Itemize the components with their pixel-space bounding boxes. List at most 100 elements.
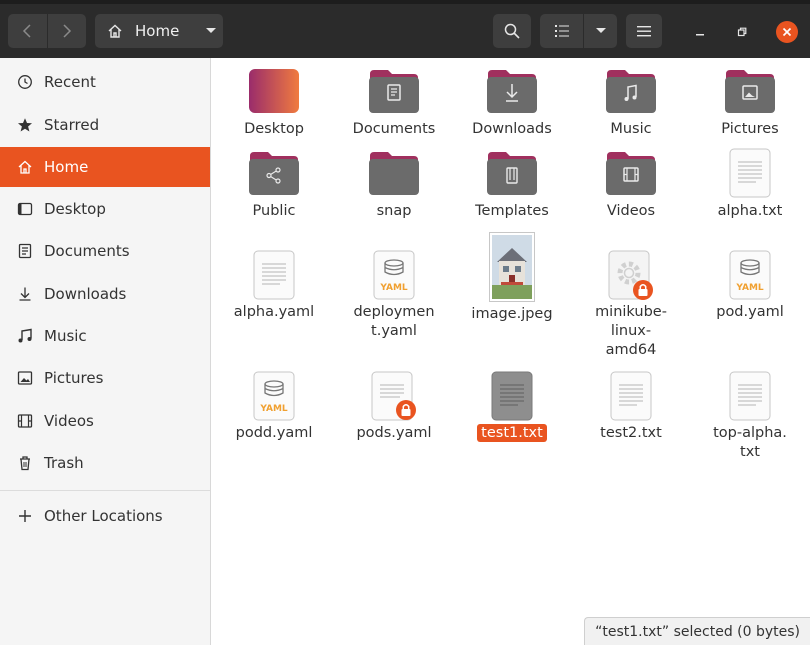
- file-item-public[interactable]: Public: [219, 150, 329, 230]
- file-item-snap[interactable]: snap: [339, 150, 449, 230]
- file-name: image.jpeg: [471, 306, 553, 322]
- clock-icon: [17, 74, 33, 90]
- locked-text-file-icon: [371, 371, 416, 421]
- folder-icon: [369, 152, 419, 195]
- sidebar-item-label: Trash: [44, 454, 84, 472]
- file-item-image-jpeg[interactable]: image.jpeg: [457, 232, 567, 332]
- sidebar-item-desktop[interactable]: Desktop: [0, 189, 210, 229]
- sidebar-item-trash[interactable]: Trash: [0, 443, 210, 483]
- film-icon: [17, 413, 33, 429]
- file-item-minikube[interactable]: minikube- linux- amd64: [576, 250, 686, 370]
- file-item-test2-txt[interactable]: test2.txt: [576, 371, 686, 461]
- executable-file-icon: [608, 250, 653, 300]
- videos-folder-icon: [606, 152, 656, 195]
- sidebar-item-videos[interactable]: Videos: [0, 401, 210, 441]
- search-icon: [504, 23, 520, 39]
- sidebar-item-music[interactable]: Music: [0, 316, 210, 356]
- file-item-podd-yaml[interactable]: YAML podd.yaml: [219, 371, 329, 461]
- file-name: alpha.txt: [717, 203, 783, 219]
- restore-icon: [737, 27, 747, 37]
- desktop-icon: [17, 201, 33, 217]
- yaml-file-icon: YAML: [729, 250, 771, 300]
- picture-icon: [17, 370, 33, 386]
- file-name: top-alpha. txt: [713, 425, 787, 460]
- sidebar-item-label: Pictures: [44, 369, 104, 387]
- text-file-icon: [610, 371, 652, 421]
- trash-icon: [17, 455, 33, 471]
- sidebar-item-starred[interactable]: Starred: [0, 105, 210, 145]
- pictures-folder-icon: [725, 70, 775, 113]
- file-item-templates[interactable]: Templates: [457, 150, 567, 230]
- music-note-icon: [17, 328, 33, 344]
- file-item-deployment-yaml[interactable]: YAML deploymen t.yaml: [339, 250, 449, 360]
- file-name: test2.txt: [600, 425, 662, 441]
- file-name: Music: [610, 121, 652, 137]
- file-item-videos[interactable]: Videos: [576, 150, 686, 230]
- minimize-button[interactable]: [692, 24, 708, 40]
- sidebar-item-home[interactable]: Home: [0, 147, 210, 187]
- sidebar-item-recent[interactable]: Recent: [0, 62, 210, 102]
- sidebar: Recent Starred Home Desktop Documents Do…: [0, 58, 211, 645]
- file-name: snap: [376, 203, 412, 219]
- file-name: Templates: [475, 203, 549, 219]
- sidebar-item-label: Documents: [44, 242, 130, 260]
- nav-buttons: [8, 14, 86, 48]
- file-item-test1-txt-selected[interactable]: test1.txt: [457, 371, 567, 461]
- sidebar-item-other-locations[interactable]: Other Locations: [0, 496, 210, 536]
- back-button[interactable]: [8, 14, 47, 48]
- templates-folder-icon: [487, 152, 537, 195]
- file-name: pod.yaml: [716, 304, 784, 320]
- image-thumbnail-icon: [489, 232, 535, 302]
- sidebar-item-downloads[interactable]: Downloads: [0, 274, 210, 314]
- file-item-top-alpha-txt[interactable]: top-alpha. txt: [695, 371, 805, 471]
- view-menu-button[interactable]: [584, 14, 617, 48]
- document-icon: [17, 243, 33, 259]
- home-icon: [108, 24, 122, 38]
- file-grid: Desktop Documents Downloads Music Pictur…: [212, 58, 810, 645]
- maximize-button[interactable]: [734, 24, 750, 40]
- file-name: Downloads: [472, 121, 552, 137]
- list-view-icon: [554, 25, 569, 37]
- close-button[interactable]: [776, 21, 798, 43]
- list-view-button[interactable]: [540, 14, 583, 48]
- text-file-icon: [729, 371, 771, 421]
- file-name: podd.yaml: [235, 425, 313, 441]
- desktop-folder-icon: [249, 69, 299, 113]
- search-button[interactable]: [493, 14, 531, 48]
- sidebar-item-label: Videos: [44, 412, 94, 430]
- file-item-alpha-yaml[interactable]: alpha.yaml: [219, 250, 329, 340]
- file-item-pictures[interactable]: Pictures: [695, 68, 805, 148]
- yaml-file-icon: YAML: [253, 371, 295, 421]
- path-label: Home: [135, 22, 180, 40]
- file-name: minikube- linux- amd64: [595, 304, 667, 358]
- file-item-music[interactable]: Music: [576, 68, 686, 148]
- sidebar-item-documents[interactable]: Documents: [0, 231, 210, 271]
- chevron-right-icon: [63, 24, 71, 38]
- file-item-pods-yaml[interactable]: pods.yaml: [339, 371, 449, 461]
- file-name: pods.yaml: [356, 425, 432, 441]
- documents-folder-icon: [369, 70, 419, 113]
- sidebar-item-label: Downloads: [44, 285, 127, 303]
- svg-text:YAML: YAML: [259, 404, 288, 414]
- file-item-downloads[interactable]: Downloads: [457, 68, 567, 148]
- sidebar-item-label: Home: [44, 158, 89, 176]
- sidebar-item-label: Desktop: [44, 200, 106, 218]
- file-item-desktop[interactable]: Desktop: [219, 68, 329, 148]
- file-item-pod-yaml[interactable]: YAML pod.yaml: [695, 250, 805, 340]
- file-item-alpha-txt[interactable]: alpha.txt: [695, 148, 805, 228]
- file-name: Public: [252, 203, 296, 219]
- path-bar-home[interactable]: Home: [95, 14, 223, 48]
- file-name: Documents: [352, 121, 436, 137]
- header-bar: Home: [0, 0, 810, 58]
- chevron-down-icon: [206, 28, 217, 33]
- text-file-icon: [491, 371, 533, 421]
- chevron-left-icon: [23, 24, 31, 38]
- file-name: Videos: [606, 203, 656, 219]
- home-icon: [17, 159, 33, 175]
- file-item-documents[interactable]: Documents: [339, 68, 449, 148]
- text-file-icon: [729, 148, 771, 198]
- sidebar-item-pictures[interactable]: Pictures: [0, 358, 210, 398]
- main-menu-button[interactable]: [626, 14, 662, 48]
- forward-button[interactable]: [47, 14, 86, 48]
- close-icon: [782, 27, 792, 37]
